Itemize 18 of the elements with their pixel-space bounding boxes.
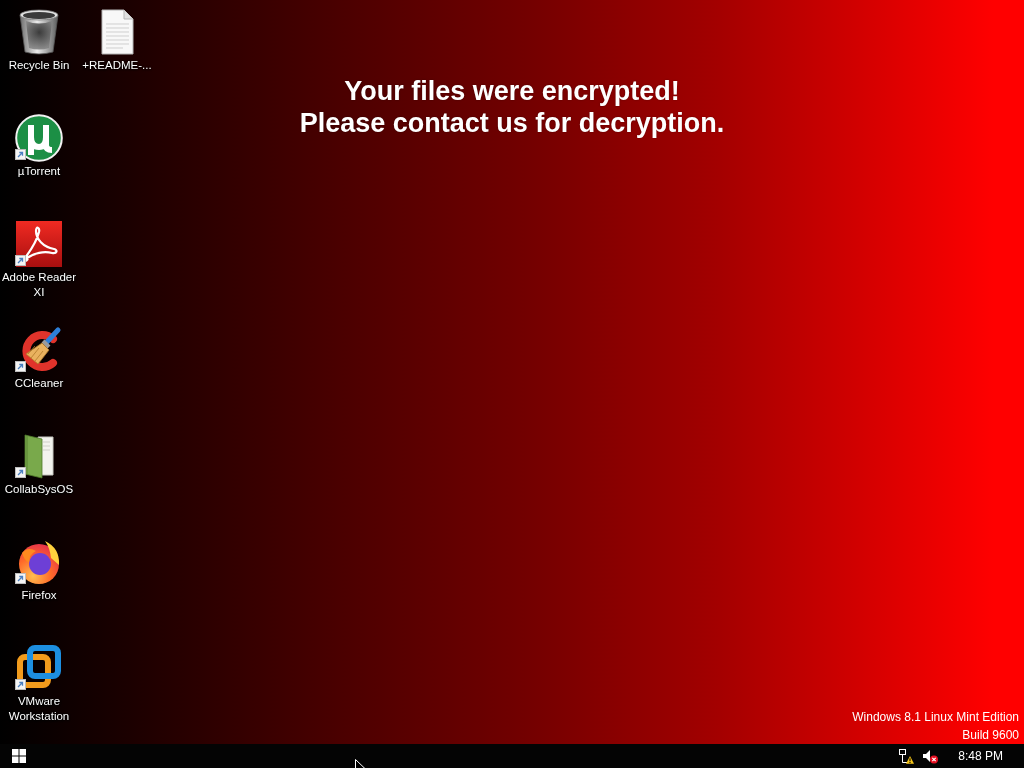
taskbar-clock[interactable]: 8:48 PM — [950, 744, 1011, 768]
message-text: Your files were encrypted! — [344, 75, 680, 107]
desktop-item[interactable]: CollabSysOS — [0, 430, 78, 498]
mu-circle-icon — [15, 114, 63, 162]
windows-logo-icon — [12, 749, 26, 763]
desktop-item[interactable]: µTorrent — [0, 112, 78, 180]
network-icon[interactable] — [898, 748, 915, 764]
desktop-item[interactable]: Recycle Bin — [0, 6, 78, 74]
curl-tile-icon — [15, 220, 63, 268]
volume-icon[interactable] — [922, 748, 939, 764]
desktop-item[interactable]: Adobe Reader XI — [0, 218, 78, 301]
desktop-item[interactable]: +README-... — [78, 6, 156, 74]
version-text: Windows 8.1 Linux Mint Edition — [852, 709, 1019, 726]
message-text: Please contact us for decryption. — [299, 107, 725, 139]
desktop-item[interactable]: VMware Workstation — [0, 642, 78, 725]
version-text: Build 9600 — [962, 727, 1019, 744]
desktop-item[interactable]: CCleaner — [0, 324, 78, 392]
desktop-item[interactable]: Firefox — [0, 536, 78, 604]
